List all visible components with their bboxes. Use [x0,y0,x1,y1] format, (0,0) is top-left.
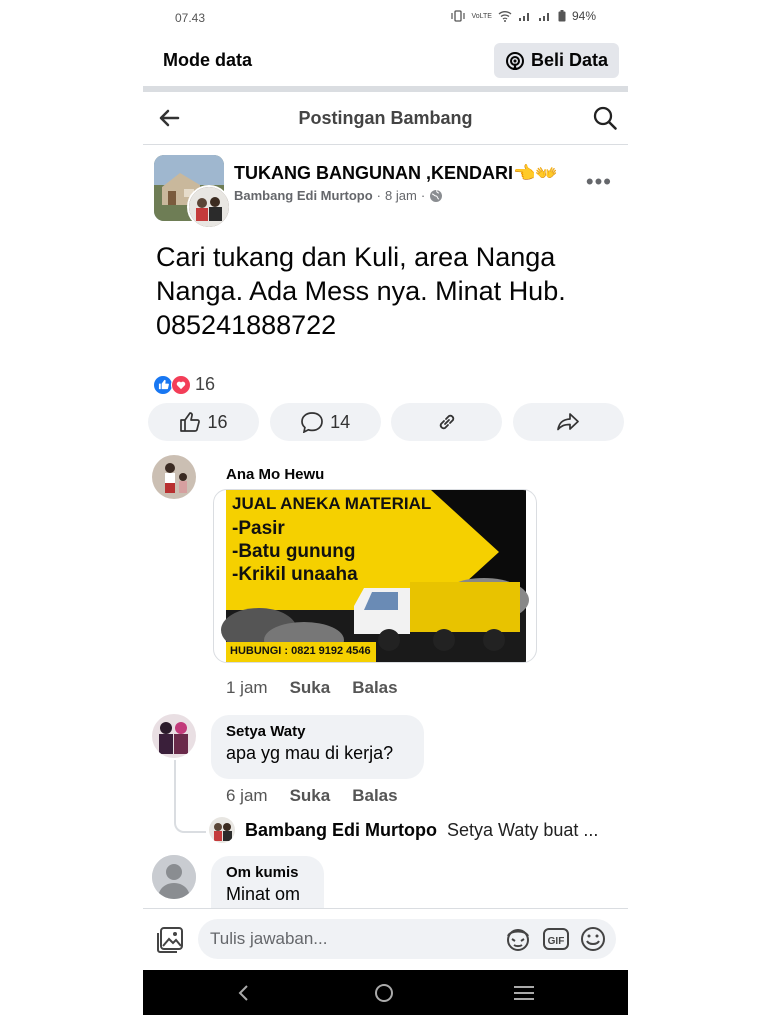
post-header: TUKANG BANGUNAN ,KENDARI👈👐 Bambang Edi M… [143,155,628,229]
reply-avatar [209,817,235,843]
comment-bubble[interactable]: Setya Waty apa yg mau di kerja? [211,715,424,779]
system-nav-bar [143,970,628,1015]
reaction-count: 16 [195,374,216,394]
reply-thread-line [174,760,206,833]
reply-preview[interactable]: Bambang Edi Murtopo Setya Waty buat ... [209,817,598,843]
photo-icon[interactable] [155,925,185,955]
comment-author[interactable]: Setya Waty [226,723,409,740]
broadcast-icon [505,51,524,70]
ad-line-sand: -Pasir [232,518,285,539]
gif-icon[interactable]: GIF [542,926,570,952]
more-options-icon[interactable]: ••• [586,169,612,195]
vibrate-icon [451,10,466,22]
page-header: Postingan Bambang [143,92,628,145]
wifi-icon [498,11,512,22]
nav-recents-icon[interactable] [513,984,535,1002]
data-mode-bar: Mode data Beli Data [143,36,628,86]
comment-avatar-setya[interactable] [152,714,196,758]
page-title: Postingan Bambang [298,108,473,128]
post-time[interactable]: 8 jam [385,188,417,203]
reply-author: Bambang Edi Murtopo [245,819,437,840]
status-time: 07.43 [175,11,206,25]
comment-count: 14 [330,411,351,432]
comment-avatar-omkumis[interactable] [152,855,196,899]
signal-icon [518,13,529,21]
ad-headline: JUAL ANEKA MATERIAL [232,494,432,513]
nav-back-icon[interactable] [235,984,253,1002]
like-count: 16 [207,411,228,432]
buy-data-label: Beli Data [530,50,609,70]
phone-screen: 07.43 VoLTE 94% Mode data Beli Data Post… [143,0,628,1015]
comment-text: apa yg mau di kerja? [226,743,394,763]
like-button[interactable]: 16 [148,403,259,441]
reply-placeholder: Tulis jawaban... [210,929,328,948]
comment-meta: 6 jam Suka Balas [226,786,398,806]
share-icon [557,413,580,431]
volte-label: VoLTE [471,12,492,20]
reply-input[interactable]: Tulis jawaban... GIF [198,919,616,959]
search-icon[interactable] [592,105,618,131]
comment-author[interactable]: Ana Mo Hewu [226,466,324,483]
emoji-icon[interactable] [580,926,606,952]
thumbs-up-icon [180,412,201,432]
share-button[interactable] [512,403,624,441]
comment-author[interactable]: Om kumis [226,864,309,881]
ad-line-stone: -Batu gunung [232,541,356,562]
link-icon [439,414,454,430]
post-meta: Bambang Edi Murtopo · 8 jam · [234,188,443,203]
love-reaction-icon [171,374,191,395]
nav-home-icon[interactable] [374,983,394,1003]
mode-data-label: Mode data [163,50,253,70]
battery-icon [558,10,566,22]
reaction-summary[interactable]: 16 [153,374,215,395]
like-comment-button[interactable]: Suka [290,786,331,806]
comment-icon [301,412,323,433]
like-reaction-icon [153,374,173,395]
reply-comment-button[interactable]: Balas [352,678,397,698]
group-name[interactable]: TUKANG BANGUNAN ,KENDARI👈👐 [234,163,558,184]
comment-time: 1 jam [226,678,268,697]
post-actions: 16 14 [148,403,624,441]
battery-percent: 94% [571,9,596,23]
status-bar: 07.43 VoLTE 94% [143,0,628,36]
reply-snippet: Setya Waty buat ... [447,819,599,840]
svg-text:GIF: GIF [548,936,565,947]
comment-button[interactable]: 14 [269,403,381,441]
post-author[interactable]: Bambang Edi Murtopo [234,188,373,203]
author-avatar[interactable] [187,185,231,229]
comment-time: 6 jam [226,786,268,805]
reply-input-bar: Tulis jawaban... GIF [143,908,628,971]
avatar-sticker-icon[interactable] [504,926,532,952]
comment-meta: 1 jam Suka Balas [226,678,398,698]
like-comment-button[interactable]: Suka [290,678,331,698]
comment-text: Minat om [226,884,301,904]
ad-line-gravel: -Krikil unaaha [232,564,358,585]
globe-icon [430,189,443,202]
comment-avatar-ana[interactable] [152,455,196,499]
signal-icon-2 [538,13,549,21]
comment-image[interactable]: JUAL ANEKA MATERIAL -Pasir -Batu gunung … [213,489,537,663]
reply-comment-button[interactable]: Balas [352,786,397,806]
ad-contact: HUBUNGI : 0821 9192 4546 [230,645,371,657]
buy-data-button[interactable]: Beli Data [494,43,619,78]
copy-link-button[interactable] [391,403,503,441]
post-body: Cari tukang dan Kuli, area Nanga Nanga. … [156,242,566,340]
